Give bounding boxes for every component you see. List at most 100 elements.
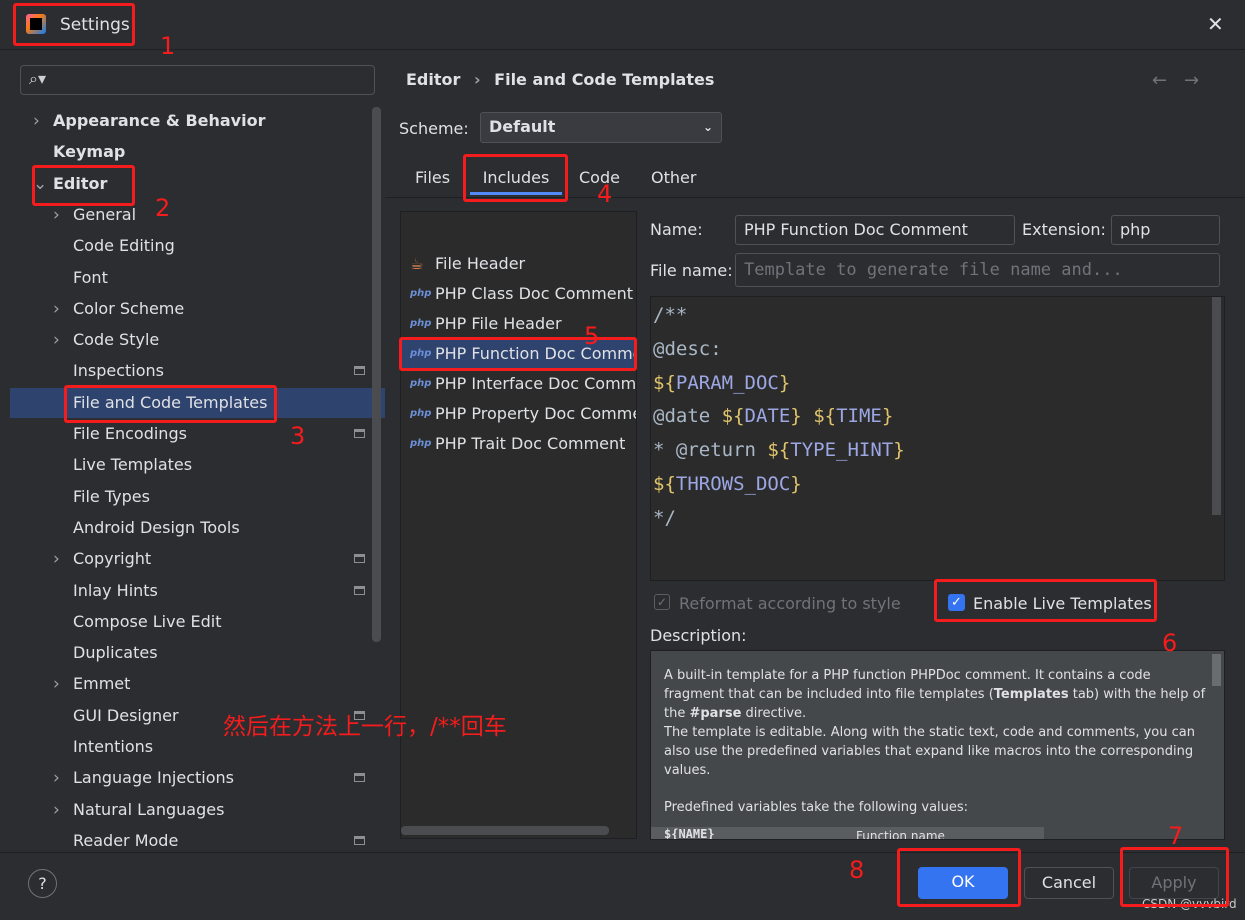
annotation-box (897, 848, 1021, 907)
project-settings-icon (354, 585, 365, 595)
annotation-box (463, 154, 568, 202)
breadcrumb: Editor › File and Code Templates (406, 70, 714, 89)
sidebar-item-compose-live-edit[interactable]: Compose Live Edit (10, 607, 385, 637)
code-line: ${PARAM_DOC} (653, 372, 791, 394)
sidebar-item-copyright[interactable]: › Copyright (10, 544, 385, 574)
search-icon: ⌕▾ (29, 69, 46, 88)
chevron-right-icon[interactable]: › (53, 325, 60, 355)
template-item[interactable]: php PHP Trait Doc Comment (401, 429, 636, 459)
annotation-box (1120, 847, 1229, 907)
sidebar-item-label: Duplicates (73, 643, 158, 663)
list-hscrollbar[interactable] (401, 826, 609, 835)
annotation-number: 4 (597, 180, 613, 208)
sidebar-item-code-editing[interactable]: Code Editing (10, 231, 385, 261)
template-label: PHP File Header (435, 314, 562, 333)
back-icon[interactable]: ← (1152, 70, 1167, 91)
sidebar-item-file-types[interactable]: File Types (10, 482, 385, 512)
sidebar-item-natural-languages[interactable]: › Natural Languages (10, 795, 385, 825)
chevron-down-icon: ⌄ (702, 120, 713, 134)
sidebar-item-label: Appearance & Behavior (53, 111, 266, 130)
editor-scrollbar[interactable] (1212, 297, 1221, 515)
chevron-right-icon[interactable]: › (33, 106, 40, 136)
sidebar-item-label: Code Style (73, 330, 160, 350)
title-bar: Settings ✕ (0, 0, 1245, 50)
sidebar-item-label: Inlay Hints (73, 580, 158, 600)
sidebar-item-label: Language Injections (73, 768, 234, 788)
template-label: File Header (435, 254, 526, 273)
annotation-number: 5 (584, 322, 600, 350)
sidebar-item-code-style[interactable]: › Code Style (10, 325, 385, 355)
description-text: Predefined variables take the following … (664, 800, 969, 815)
coffee-icon: ☕ (410, 255, 424, 273)
help-button[interactable]: ? (28, 869, 57, 898)
sidebar-item-label: Compose Live Edit (73, 611, 222, 631)
template-item[interactable]: ☕ File Header (401, 249, 636, 279)
sidebar-item-font[interactable]: Font (10, 263, 385, 293)
filename-input[interactable]: Template to generate file name and... (735, 253, 1220, 287)
php-icon: php (410, 288, 432, 299)
code-line: @desc: (653, 338, 722, 360)
template-code-editor[interactable]: /** @desc: ${PARAM_DOC} @date ${DATE} ${… (650, 296, 1225, 581)
scheme-label: Scheme: (399, 119, 469, 138)
tab-other[interactable]: Other (651, 165, 696, 195)
sidebar-item-file-encodings[interactable]: File Encodings (10, 419, 385, 449)
template-label: PHP Trait Doc Comment (435, 434, 626, 453)
description-text: A built-in template for a PHP function P… (664, 668, 1206, 721)
annotation-note: 然后在方法上一行，/**回车 (223, 714, 507, 740)
annotation-number: 3 (290, 422, 306, 450)
breadcrumb-parent[interactable]: Editor (406, 70, 460, 89)
settings-search-input[interactable]: ⌕▾ (20, 65, 375, 95)
cancel-button[interactable]: Cancel (1024, 867, 1114, 899)
sidebar-item-label: Color Scheme (73, 298, 185, 318)
sidebar-item-color-scheme[interactable]: › Color Scheme (10, 294, 385, 324)
sidebar-item-android-design-tools[interactable]: Android Design Tools (10, 513, 385, 543)
filename-label: File name: (650, 261, 733, 280)
sidebar-item-duplicates[interactable]: Duplicates (10, 638, 385, 668)
php-icon: php (410, 318, 432, 329)
chevron-right-icon[interactable]: › (53, 795, 60, 825)
sidebar-item-language-injections[interactable]: › Language Injections (10, 763, 385, 793)
annotation-number: 7 (1168, 822, 1184, 850)
annotation-box (32, 165, 135, 206)
sidebar-scrollbar[interactable] (372, 107, 381, 642)
annotation-box (64, 385, 277, 423)
sidebar-item-label: Emmet (73, 674, 131, 694)
breadcrumb-separator: › (473, 70, 481, 89)
annotation-box (13, 3, 135, 46)
sidebar-item-keymap[interactable]: Keymap (10, 137, 385, 167)
sidebar-item-live-templates[interactable]: Live Templates (10, 450, 385, 480)
template-item[interactable]: php PHP File Header (401, 309, 636, 339)
chevron-right-icon[interactable]: › (53, 544, 60, 574)
close-icon[interactable]: ✕ (1207, 12, 1224, 36)
chevron-right-icon[interactable]: › (53, 294, 60, 324)
template-item[interactable]: phpPHP Interface Doc Comment (401, 369, 636, 399)
description-scrollbar[interactable] (1212, 654, 1221, 686)
project-settings-icon (354, 366, 365, 376)
sidebar-item-label: Android Design Tools (73, 517, 240, 537)
sidebar-item-label: Copyright (73, 549, 152, 569)
chevron-right-icon[interactable]: › (53, 669, 60, 699)
sidebar-item-emmet[interactable]: › Emmet (10, 669, 385, 699)
sidebar-item-label: File Types (73, 486, 150, 506)
sidebar-item-label: Natural Languages (73, 799, 225, 819)
name-input[interactable]: PHP Function Doc Comment (735, 215, 1015, 245)
sidebar-item-label: GUI Designer (73, 705, 179, 725)
reformat-label: Reformat according to style (679, 594, 901, 613)
sidebar-item-inspections[interactable]: Inspections (10, 356, 385, 386)
tab-files[interactable]: Files (415, 165, 450, 195)
template-label: PHP Property Doc Comment (435, 404, 636, 423)
sidebar-item-appearance-behavior[interactable]: › Appearance & Behavior (10, 106, 385, 136)
template-item[interactable]: phpPHP Property Doc Comment (401, 399, 636, 429)
chevron-right-icon[interactable]: › (53, 763, 60, 793)
annotation-box (934, 579, 1157, 622)
template-item[interactable]: php PHP Class Doc Comment (401, 279, 636, 309)
sidebar-item-label: Code Editing (73, 236, 175, 256)
sidebar-item-inlay-hints[interactable]: Inlay Hints (10, 576, 385, 606)
extension-input[interactable]: php (1111, 215, 1220, 245)
code-line: @date ${DATE} ${TIME} (653, 405, 894, 427)
scheme-value: Default (489, 117, 556, 136)
forward-icon[interactable]: → (1184, 70, 1199, 91)
project-settings-icon (354, 429, 365, 438)
project-settings-icon (354, 554, 365, 564)
scheme-select[interactable]: Default ⌄ (480, 112, 722, 143)
